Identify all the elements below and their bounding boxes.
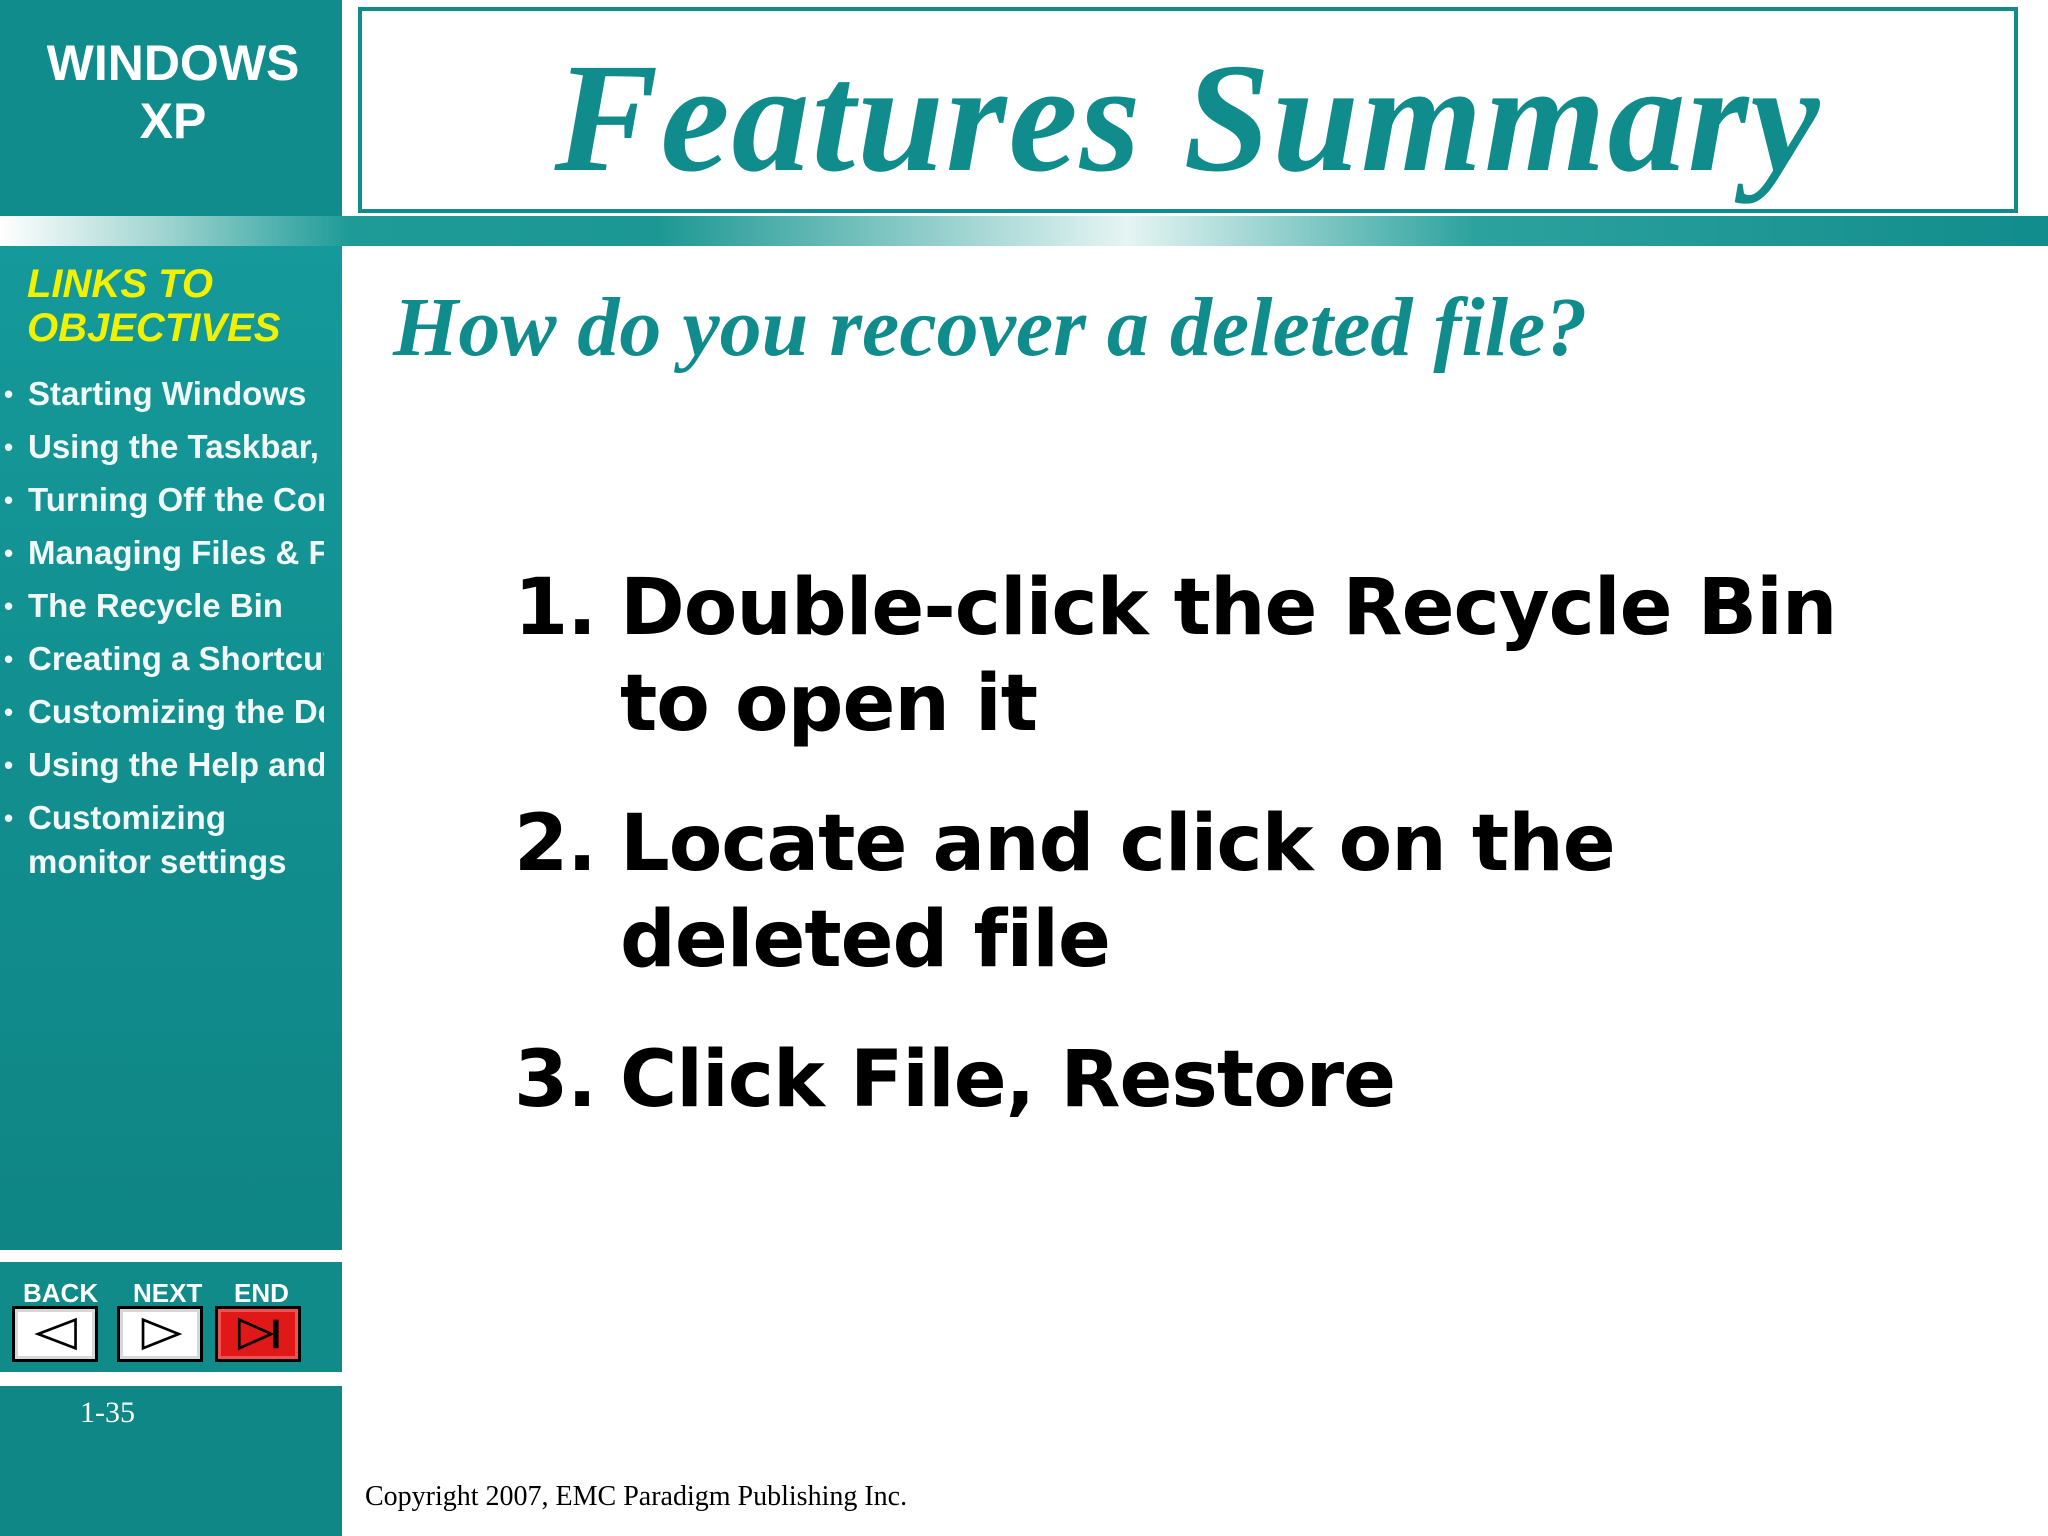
objective-link-creating-shortcut[interactable]: • Creating a Shortcut xyxy=(0,637,324,681)
links-heading: LINKS TO OBJECTIVES xyxy=(27,262,280,350)
step-number: 1. xyxy=(514,563,597,653)
decorative-band xyxy=(0,216,2048,246)
bullet-icon: • xyxy=(4,750,14,780)
objective-label: Using the Taskbar, op xyxy=(28,428,324,465)
step-item: 3. Click File, Restore xyxy=(514,1032,1934,1128)
skip-to-end-icon xyxy=(237,1317,279,1351)
step-text: Double-click the Recycle Bin to open it xyxy=(620,563,1837,749)
bullet-icon: • xyxy=(4,379,14,409)
slide-question: How do you recover a deleted file? xyxy=(393,281,1588,374)
objective-link-starting-windows[interactable]: • Starting Windows xyxy=(0,372,324,416)
bullet-icon: • xyxy=(4,538,14,568)
steps-list: 1. Double-click the Recycle Bin to open i… xyxy=(514,560,1934,1172)
title-box: Features Summary xyxy=(358,7,2018,213)
end-button[interactable] xyxy=(215,1306,301,1362)
app-title-line2: XP xyxy=(139,93,207,149)
sidebar-gap xyxy=(0,1250,342,1262)
objective-label: Managing Files & Fol xyxy=(28,534,324,571)
bullet-icon: • xyxy=(4,432,14,462)
step-item: 1. Double-click the Recycle Bin to open i… xyxy=(514,560,1934,752)
objectives-list: • Starting Windows • Using the Taskbar, op… xyxy=(0,372,324,893)
copyright-notice: Copyright 2007, EMC Paradigm Publishing … xyxy=(365,1481,908,1512)
objective-label: Customizing the Des xyxy=(28,693,324,730)
links-heading-line1: LINKS TO xyxy=(27,262,213,306)
triangle-right-icon xyxy=(141,1317,183,1351)
bullet-icon: • xyxy=(4,485,14,515)
objective-label: Customizing monitor settings xyxy=(28,799,287,880)
app-title: WINDOWS XP xyxy=(0,34,346,150)
objective-label: Starting Windows xyxy=(28,375,307,412)
triangle-left-icon xyxy=(34,1317,77,1351)
objective-link-help-and-support[interactable]: • Using the Help and S xyxy=(0,743,324,787)
objective-label: Using the Help and S xyxy=(28,746,324,783)
step-number: 3. xyxy=(514,1035,597,1125)
objective-link-recycle-bin[interactable]: • The Recycle Bin xyxy=(0,584,324,628)
bullet-icon: • xyxy=(4,697,14,727)
next-label: NEXT xyxy=(133,1278,203,1308)
bullet-icon: • xyxy=(4,803,14,833)
step-text: Locate and click on the deleted file xyxy=(620,799,1616,985)
links-heading-line2: OBJECTIVES xyxy=(27,306,281,350)
back-label: BACK xyxy=(23,1278,99,1308)
end-label: END xyxy=(234,1278,289,1308)
page-number-panel xyxy=(0,1386,342,1536)
objective-link-customizing-desktop[interactable]: • Customizing the Des xyxy=(0,690,324,734)
objective-label: The Recycle Bin xyxy=(28,587,283,624)
bullet-icon: • xyxy=(4,644,14,674)
objective-link-turning-off[interactable]: • Turning Off the Comp xyxy=(0,478,324,522)
objective-label: Creating a Shortcut xyxy=(28,640,324,677)
objective-label: Turning Off the Comp xyxy=(28,481,324,518)
app-title-line1: WINDOWS xyxy=(46,35,300,91)
objective-link-using-taskbar[interactable]: • Using the Taskbar, op xyxy=(0,425,324,469)
page-number: 1-35 xyxy=(80,1396,135,1429)
objective-link-monitor-settings[interactable]: • Customizing monitor settings xyxy=(0,796,324,884)
step-item: 2. Locate and click on the deleted file xyxy=(514,796,1934,988)
step-text: Click File, Restore xyxy=(620,1035,1396,1125)
sidebar-gap xyxy=(0,1372,342,1386)
step-number: 2. xyxy=(514,799,597,889)
next-button[interactable] xyxy=(117,1306,203,1362)
bullet-icon: • xyxy=(4,591,14,621)
slide-title: Features Summary xyxy=(554,31,1822,204)
back-button[interactable] xyxy=(12,1306,98,1362)
objective-link-managing-files[interactable]: • Managing Files & Fol xyxy=(0,531,324,575)
